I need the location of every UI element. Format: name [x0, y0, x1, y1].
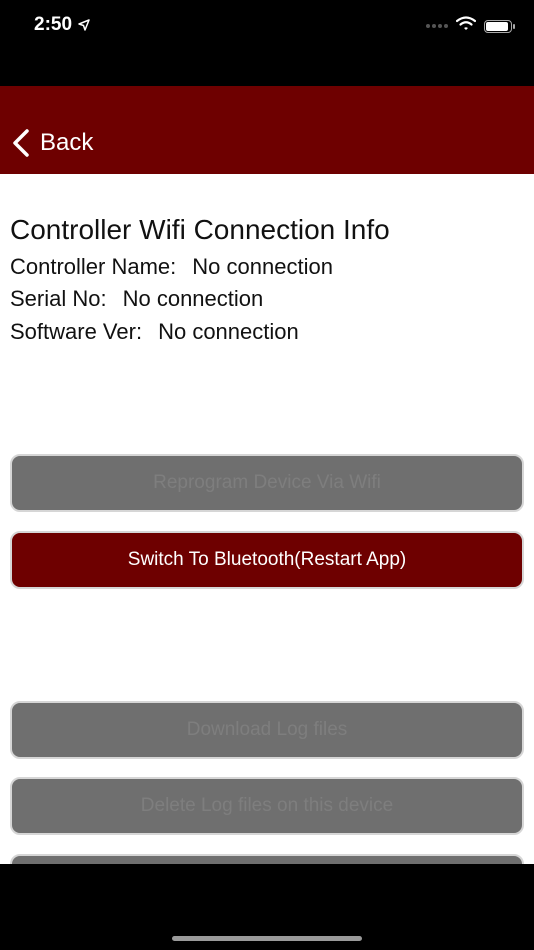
status-icons: [426, 16, 515, 36]
content-area: Controller Wifi Connection Info Controll…: [0, 174, 534, 864]
software-ver-value: No connection: [158, 319, 299, 344]
home-indicator[interactable]: [172, 936, 362, 941]
chevron-left-icon: [12, 129, 30, 157]
controller-name-label: Controller Name:: [10, 254, 177, 279]
switch-to-bluetooth-button[interactable]: Switch To Bluetooth(Restart App): [10, 531, 524, 589]
time-label: 2:50: [34, 14, 73, 35]
signal-dots-icon: [426, 24, 448, 28]
wifi-icon: [455, 16, 477, 36]
additional-button-partial[interactable]: [10, 854, 524, 864]
reprogram-device-button[interactable]: Reprogram Device Via Wifi: [10, 454, 524, 512]
serial-no-row: Serial No: No connection: [10, 286, 263, 312]
back-label: Back: [40, 129, 94, 156]
location-arrow-icon: [78, 19, 90, 31]
software-ver-row: Software Ver: No connection: [10, 319, 299, 345]
software-ver-label: Software Ver:: [10, 319, 143, 344]
page-title: Controller Wifi Connection Info: [10, 214, 390, 245]
status-time: 2:50: [34, 14, 90, 36]
download-log-files-button[interactable]: Download Log files: [10, 701, 524, 759]
delete-log-files-button[interactable]: Delete Log files on this device: [10, 777, 524, 835]
controller-name-row: Controller Name: No connection: [10, 254, 333, 280]
serial-no-label: Serial No:: [10, 286, 107, 311]
back-button[interactable]: Back: [12, 125, 93, 161]
controller-name-value: No connection: [192, 254, 333, 279]
battery-icon: [484, 19, 515, 33]
status-bar: 2:50: [0, 0, 534, 86]
serial-no-value: No connection: [122, 286, 264, 311]
